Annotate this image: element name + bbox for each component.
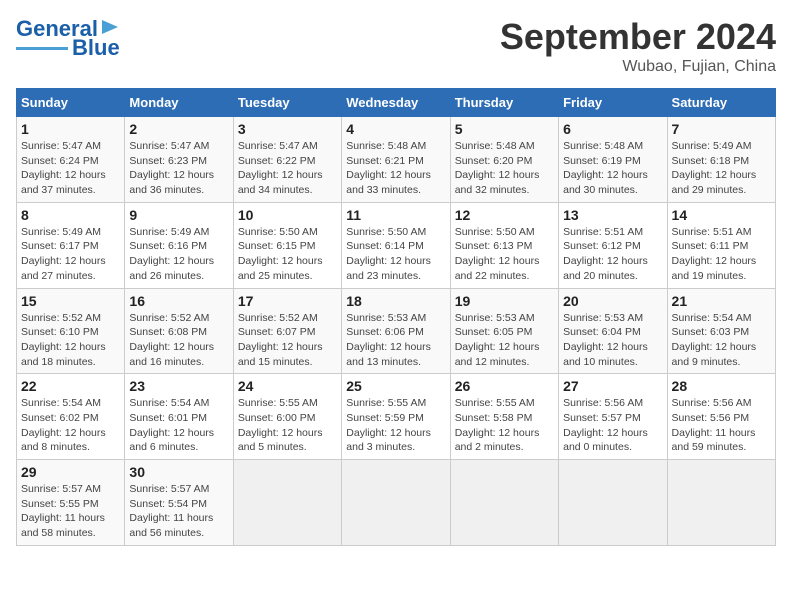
col-thursday: Thursday: [450, 89, 558, 117]
day-cell-empty-5: [667, 460, 775, 546]
day-cell-20: 20 Sunrise: 5:53 AMSunset: 6:04 PMDaylig…: [559, 288, 667, 374]
day-cell-30: 30 Sunrise: 5:57 AMSunset: 5:54 PMDaylig…: [125, 460, 233, 546]
day-cell-19: 19 Sunrise: 5:53 AMSunset: 6:05 PMDaylig…: [450, 288, 558, 374]
day-cell-23: 23 Sunrise: 5:54 AMSunset: 6:01 PMDaylig…: [125, 374, 233, 460]
logo-text-blue: Blue: [72, 36, 120, 60]
col-tuesday: Tuesday: [233, 89, 341, 117]
day-cell-3: 3 Sunrise: 5:47 AMSunset: 6:22 PMDayligh…: [233, 117, 341, 203]
day-cell-11: 11 Sunrise: 5:50 AMSunset: 6:14 PMDaylig…: [342, 202, 450, 288]
col-friday: Friday: [559, 89, 667, 117]
calendar-table: Sunday Monday Tuesday Wednesday Thursday…: [16, 88, 776, 546]
day-cell-29: 29 Sunrise: 5:57 AMSunset: 5:55 PMDaylig…: [17, 460, 125, 546]
col-saturday: Saturday: [667, 89, 775, 117]
day-cell-10: 10 Sunrise: 5:50 AMSunset: 6:15 PMDaylig…: [233, 202, 341, 288]
day-cell-18: 18 Sunrise: 5:53 AMSunset: 6:06 PMDaylig…: [342, 288, 450, 374]
day-cell-7: 7 Sunrise: 5:49 AMSunset: 6:18 PMDayligh…: [667, 117, 775, 203]
col-monday: Monday: [125, 89, 233, 117]
location-subtitle: Wubao, Fujian, China: [500, 58, 776, 76]
day-cell-15: 15 Sunrise: 5:52 AMSunset: 6:10 PMDaylig…: [17, 288, 125, 374]
col-wednesday: Wednesday: [342, 89, 450, 117]
table-row: 1 Sunrise: 5:47 AMSunset: 6:24 PMDayligh…: [17, 117, 776, 203]
day-cell-28: 28 Sunrise: 5:56 AMSunset: 5:56 PMDaylig…: [667, 374, 775, 460]
page-header: General Blue September 2024 Wubao, Fujia…: [16, 16, 776, 76]
day-cell-2: 2 Sunrise: 5:47 AMSunset: 6:23 PMDayligh…: [125, 117, 233, 203]
table-row: 29 Sunrise: 5:57 AMSunset: 5:55 PMDaylig…: [17, 460, 776, 546]
day-cell-4: 4 Sunrise: 5:48 AMSunset: 6:21 PMDayligh…: [342, 117, 450, 203]
day-cell-5: 5 Sunrise: 5:48 AMSunset: 6:20 PMDayligh…: [450, 117, 558, 203]
day-cell-empty-2: [342, 460, 450, 546]
table-row: 15 Sunrise: 5:52 AMSunset: 6:10 PMDaylig…: [17, 288, 776, 374]
day-cell-8: 8 Sunrise: 5:49 AMSunset: 6:17 PMDayligh…: [17, 202, 125, 288]
day-cell-21: 21 Sunrise: 5:54 AMSunset: 6:03 PMDaylig…: [667, 288, 775, 374]
month-year-title: September 2024: [500, 16, 776, 58]
day-cell-25: 25 Sunrise: 5:55 AMSunset: 5:59 PMDaylig…: [342, 374, 450, 460]
table-row: 8 Sunrise: 5:49 AMSunset: 6:17 PMDayligh…: [17, 202, 776, 288]
day-cell-1: 1 Sunrise: 5:47 AMSunset: 6:24 PMDayligh…: [17, 117, 125, 203]
logo: General Blue: [16, 16, 122, 60]
day-cell-24: 24 Sunrise: 5:55 AMSunset: 6:00 PMDaylig…: [233, 374, 341, 460]
table-row: 22 Sunrise: 5:54 AMSunset: 6:02 PMDaylig…: [17, 374, 776, 460]
day-cell-12: 12 Sunrise: 5:50 AMSunset: 6:13 PMDaylig…: [450, 202, 558, 288]
day-cell-16: 16 Sunrise: 5:52 AMSunset: 6:08 PMDaylig…: [125, 288, 233, 374]
day-cell-17: 17 Sunrise: 5:52 AMSunset: 6:07 PMDaylig…: [233, 288, 341, 374]
day-cell-9: 9 Sunrise: 5:49 AMSunset: 6:16 PMDayligh…: [125, 202, 233, 288]
day-cell-27: 27 Sunrise: 5:56 AMSunset: 5:57 PMDaylig…: [559, 374, 667, 460]
day-cell-empty-4: [559, 460, 667, 546]
day-cell-6: 6 Sunrise: 5:48 AMSunset: 6:19 PMDayligh…: [559, 117, 667, 203]
day-cell-13: 13 Sunrise: 5:51 AMSunset: 6:12 PMDaylig…: [559, 202, 667, 288]
title-block: September 2024 Wubao, Fujian, China: [500, 16, 776, 76]
day-cell-22: 22 Sunrise: 5:54 AMSunset: 6:02 PMDaylig…: [17, 374, 125, 460]
day-cell-14: 14 Sunrise: 5:51 AMSunset: 6:11 PMDaylig…: [667, 202, 775, 288]
col-sunday: Sunday: [17, 89, 125, 117]
day-cell-empty-1: [233, 460, 341, 546]
day-cell-empty-3: [450, 460, 558, 546]
day-cell-26: 26 Sunrise: 5:55 AMSunset: 5:58 PMDaylig…: [450, 374, 558, 460]
